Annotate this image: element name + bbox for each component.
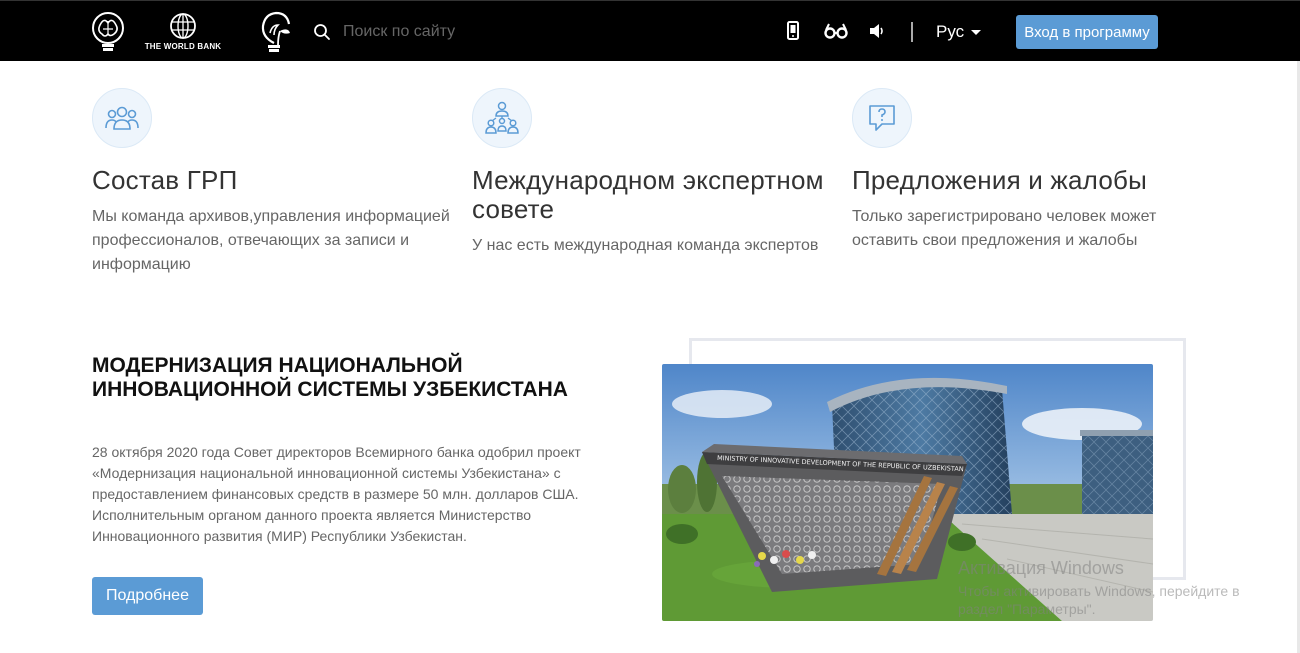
mobile-version-icon[interactable] xyxy=(786,21,800,46)
feature-card-suggestions: Предложения и жалобы Только зарегистриро… xyxy=(852,88,1212,253)
site-search xyxy=(313,19,713,45)
world-bank-logo[interactable]: THE WORLD BANK xyxy=(143,12,223,51)
project-title: Модернизация национальной инновационной … xyxy=(92,354,568,401)
hierarchy-icon xyxy=(472,88,532,148)
read-more-button[interactable]: Подробнее xyxy=(92,577,203,615)
feature-description: Мы команда архивов,управления информацие… xyxy=(92,208,450,273)
feature-title[interactable]: Международном экспертном совете xyxy=(472,166,832,224)
world-bank-label: THE WORLD BANK xyxy=(144,42,222,51)
idea-bulb-logo-icon[interactable] xyxy=(256,11,294,53)
search-icon[interactable] xyxy=(313,23,331,41)
header-divider xyxy=(911,22,913,42)
sound-speaker-icon[interactable] xyxy=(868,21,886,46)
chevron-down-icon xyxy=(971,29,982,35)
login-button[interactable]: Вход в программу xyxy=(1016,15,1158,49)
windows-activation-watermark-title: Активация Windows xyxy=(958,558,1124,578)
question-chat-icon xyxy=(852,88,912,148)
feature-card-experts: Международном экспертном совете У нас ес… xyxy=(472,88,832,258)
language-dropdown[interactable]: Рус xyxy=(936,22,982,42)
search-input[interactable] xyxy=(343,23,643,41)
feature-description: У нас есть международная команда эксперт… xyxy=(472,237,819,254)
visually-impaired-glasses-icon[interactable] xyxy=(824,21,848,46)
feature-title[interactable]: Предложения и жалобы xyxy=(852,166,1212,195)
language-label: Рус xyxy=(936,22,965,41)
brain-bulb-logo-icon[interactable] xyxy=(90,11,126,53)
team-icon xyxy=(92,88,152,148)
windows-activation-watermark-text: Чтобы активировать Windows, перейдите в … xyxy=(958,583,1240,617)
feature-card-team: Состав ГРП Мы команда архивов,управления… xyxy=(92,88,452,277)
feature-description: Только зарегистрировано человек может ос… xyxy=(852,208,1157,249)
top-navbar: THE WORLD BANK Поиск по сайту Рус Вход в… xyxy=(0,0,1300,61)
project-description: 28 октября 2020 года Совет директоров Вс… xyxy=(92,444,581,544)
feature-title[interactable]: Состав ГРП xyxy=(92,166,452,195)
